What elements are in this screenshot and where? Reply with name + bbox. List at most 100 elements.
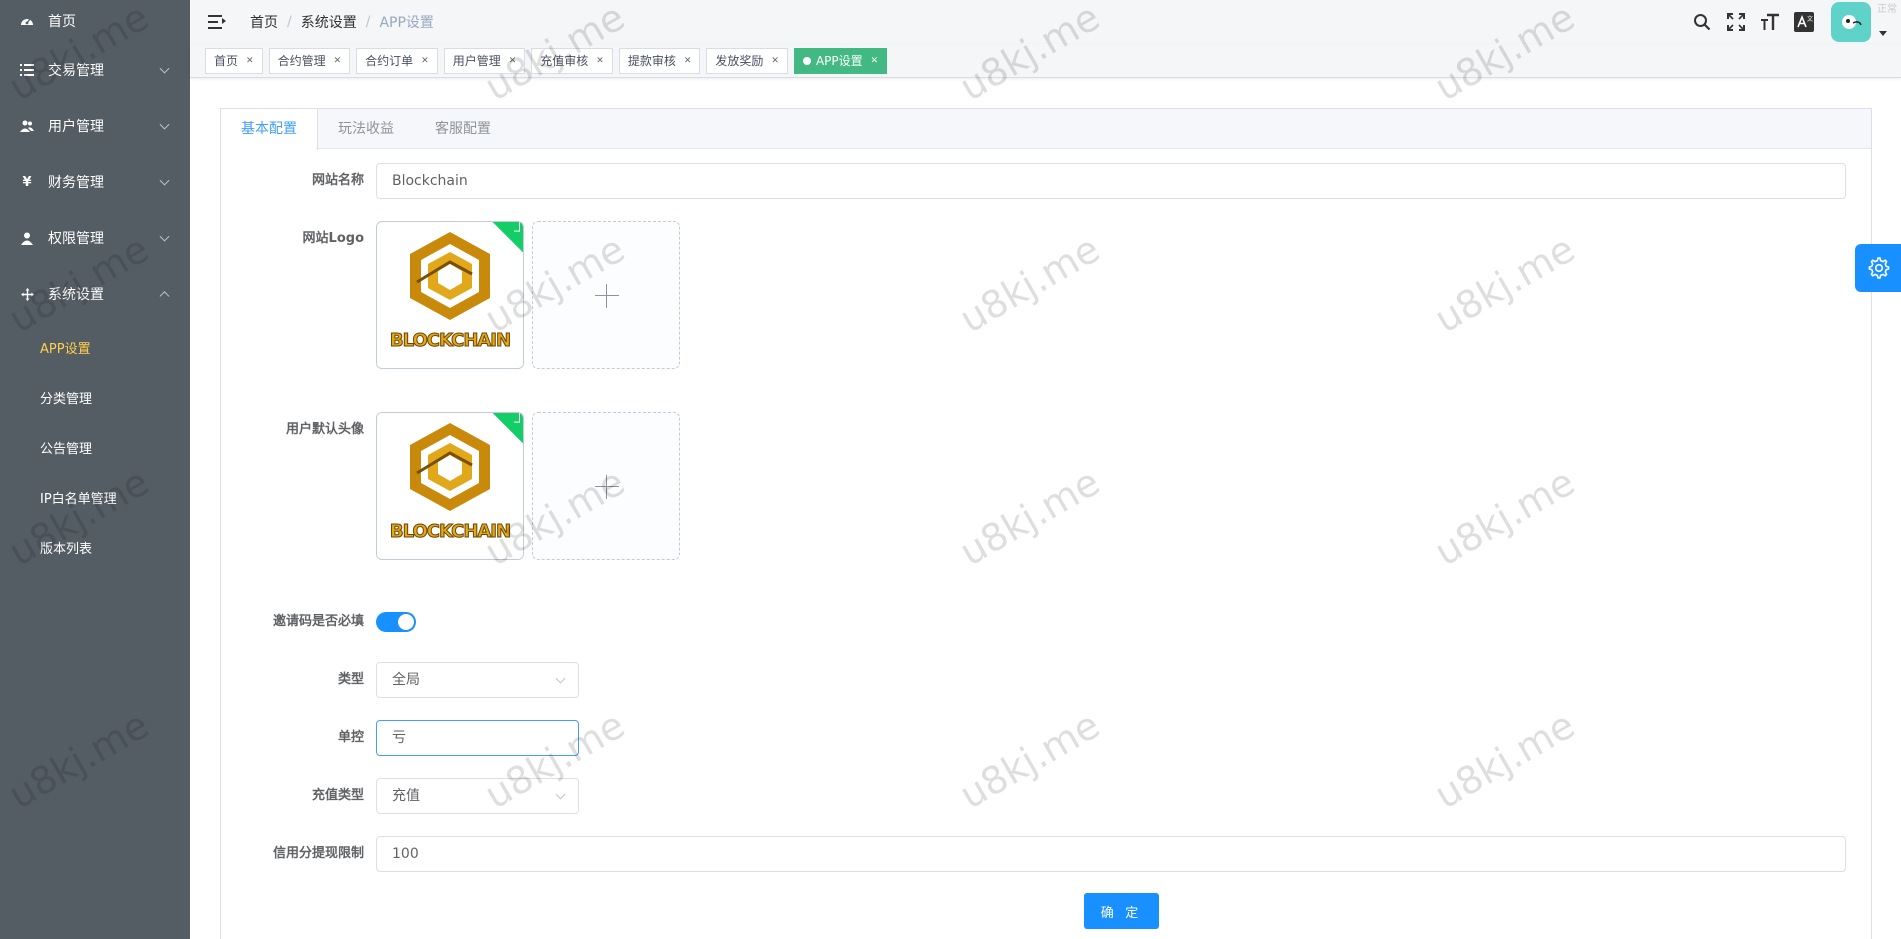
close-icon[interactable]: ✕ [684, 49, 692, 73]
site-name-input[interactable]: Blockchain [376, 163, 1846, 199]
form-row-site-logo: 网站Logo BLOCKCHAIN [221, 221, 680, 369]
avatar[interactable] [1831, 2, 1887, 42]
logo-text: BLOCKCHAIN [389, 330, 511, 352]
sidebar-subitem-ip-whitelist[interactable]: IP白名单管理 [0, 472, 190, 522]
check-icon [514, 222, 520, 232]
fullscreen-icon[interactable] [1725, 11, 1747, 33]
tag-label: 合约管理 [277, 53, 326, 68]
close-icon[interactable]: ✕ [509, 49, 517, 73]
user-icon [18, 229, 36, 247]
close-icon[interactable]: ✕ [596, 49, 604, 73]
tag-label: APP设置 [815, 53, 863, 68]
site-logo-image[interactable]: BLOCKCHAIN [376, 221, 524, 369]
form-row-site-name: 网站名称 Blockchain [221, 163, 1846, 199]
chevron-down-icon [159, 119, 170, 130]
breadcrumb-separator: / [287, 14, 292, 30]
translate-icon[interactable]: 文 [1793, 11, 1815, 33]
search-icon[interactable] [1691, 11, 1713, 33]
sidebar-item-system[interactable]: 系统设置 [0, 266, 190, 322]
tags-view: 首页 ✕ 合约管理 ✕ 合约订单 ✕ 用户管理 ✕ 充值审核 ✕ 提款审核 ✕ 发放奖励 ✕ … [190, 44, 1901, 78]
settings-card: 基本配置 玩法收益 客服配置 网站名称 Blockchain 网站Logo BL… [220, 108, 1872, 939]
sidebar-item-home[interactable]: 首页 [0, 0, 190, 42]
breadcrumb-item[interactable]: 首页 [250, 12, 278, 32]
tag-label: 充值审核 [540, 53, 589, 68]
recharge-type-select-value: 充值 [392, 788, 420, 804]
single-control-label: 单控 [337, 730, 364, 745]
close-icon[interactable]: ✕ [771, 49, 779, 73]
breadcrumb-separator: / [365, 14, 371, 30]
tag-label: 首页 [214, 53, 239, 68]
form-row-single-control: 单控 亏 [221, 720, 579, 756]
tag-item[interactable]: 充值审核 ✕ [531, 47, 613, 74]
tag-label: 发放奖励 [715, 53, 764, 68]
type-select-value: 全局 [392, 672, 420, 688]
close-icon[interactable]: ✕ [246, 49, 254, 73]
submit-button[interactable]: 确 定 [1084, 893, 1159, 929]
sidebar-item-users[interactable]: 用户管理 [0, 98, 190, 154]
recharge-type-select[interactable]: 充值 [376, 778, 579, 814]
default-avatar-label: 用户默认头像 [285, 422, 364, 437]
default-avatar-upload-button[interactable] [532, 412, 680, 560]
close-icon[interactable]: ✕ [421, 49, 429, 73]
type-label: 类型 [337, 672, 364, 687]
tab-play-earnings[interactable]: 玩法收益 [318, 109, 415, 148]
settings-panel-toggle[interactable] [1855, 244, 1901, 292]
sidebar-subitem-category[interactable]: 分类管理 [0, 372, 190, 422]
sidebar-item-label: 交易管理 [48, 63, 104, 79]
sidebar-item-permission[interactable]: 权限管理 [0, 210, 190, 266]
tag-item[interactable]: 合约管理 ✕ [268, 47, 351, 74]
sidebar-subitem-app-settings[interactable]: APP设置 [0, 322, 190, 372]
header: 首页 / 系统设置 / APP设置 文 正常 [190, 0, 1901, 44]
sidebar-subitem-notice[interactable]: 公告管理 [0, 422, 190, 472]
tag-item[interactable]: 提款审核 ✕ [618, 47, 701, 74]
close-icon[interactable]: ✕ [334, 49, 342, 73]
tag-item[interactable]: 合约订单 ✕ [356, 47, 438, 74]
tag-item[interactable]: 发放奖励 ✕ [706, 47, 788, 74]
move-icon [18, 285, 36, 303]
tag-item[interactable]: 首页 ✕ [205, 47, 263, 74]
site-name-label: 网站名称 [311, 173, 364, 188]
form-row-credit-limit: 信用分提现限制 100 [221, 836, 1846, 872]
sidebar-subitem-versions[interactable]: 版本列表 [0, 522, 190, 572]
form-row-type: 类型 全局 [221, 662, 579, 698]
tag-label: 合约订单 [365, 53, 414, 68]
single-control-select-value: 亏 [392, 730, 406, 746]
sidebar-item-finance[interactable]: ¥ 财务管理 [0, 154, 190, 210]
dashboard-icon [18, 12, 36, 30]
form-row-recharge-type: 充值类型 充值 [221, 778, 579, 814]
chevron-down-icon [159, 63, 170, 74]
chevron-down-icon [159, 231, 170, 242]
hamburger-icon[interactable] [208, 14, 226, 30]
credit-limit-input[interactable]: 100 [376, 836, 1846, 872]
credit-limit-label: 信用分提现限制 [272, 846, 364, 861]
site-logo-label: 网站Logo [302, 231, 364, 246]
font-size-icon[interactable] [1759, 11, 1781, 33]
close-icon[interactable]: ✕ [871, 49, 879, 73]
chevron-down-icon [555, 789, 566, 800]
svg-text:文: 文 [1807, 15, 1813, 23]
type-select[interactable]: 全局 [376, 662, 579, 698]
site-logo-upload-button[interactable] [532, 221, 680, 369]
tag-item[interactable]: 用户管理 ✕ [443, 47, 526, 74]
tag-item-active[interactable]: APP设置 ✕ [793, 47, 888, 74]
invite-required-label: 邀请码是否必填 [272, 614, 364, 629]
sidebar-item-label: 用户管理 [48, 119, 104, 135]
sidebar-item-label: 首页 [48, 14, 76, 30]
sidebar-item-label: 系统设置 [48, 287, 104, 303]
breadcrumb-item[interactable]: 系统设置 [301, 12, 357, 32]
tag-label: 用户管理 [452, 53, 501, 68]
default-avatar-image[interactable]: BLOCKCHAIN [376, 412, 524, 560]
tag-label: 提款审核 [627, 53, 676, 68]
check-icon [514, 413, 520, 423]
breadcrumb: 首页 / 系统设置 / APP设置 [250, 12, 434, 32]
caret-down-icon [1879, 31, 1887, 36]
corner-status-text: 正常 [1877, 4, 1897, 15]
tab-service-config[interactable]: 客服配置 [415, 109, 512, 148]
chevron-up-icon [159, 291, 170, 302]
single-control-select[interactable]: 亏 [376, 720, 579, 756]
invite-required-switch[interactable] [376, 612, 416, 632]
sidebar-item-trade[interactable]: 交易管理 [0, 42, 190, 98]
tabs: 基本配置 玩法收益 客服配置 [221, 109, 1871, 150]
tab-basic-config[interactable]: 基本配置 [221, 109, 318, 150]
form-row-invite-required: 邀请码是否必填 [221, 604, 416, 640]
